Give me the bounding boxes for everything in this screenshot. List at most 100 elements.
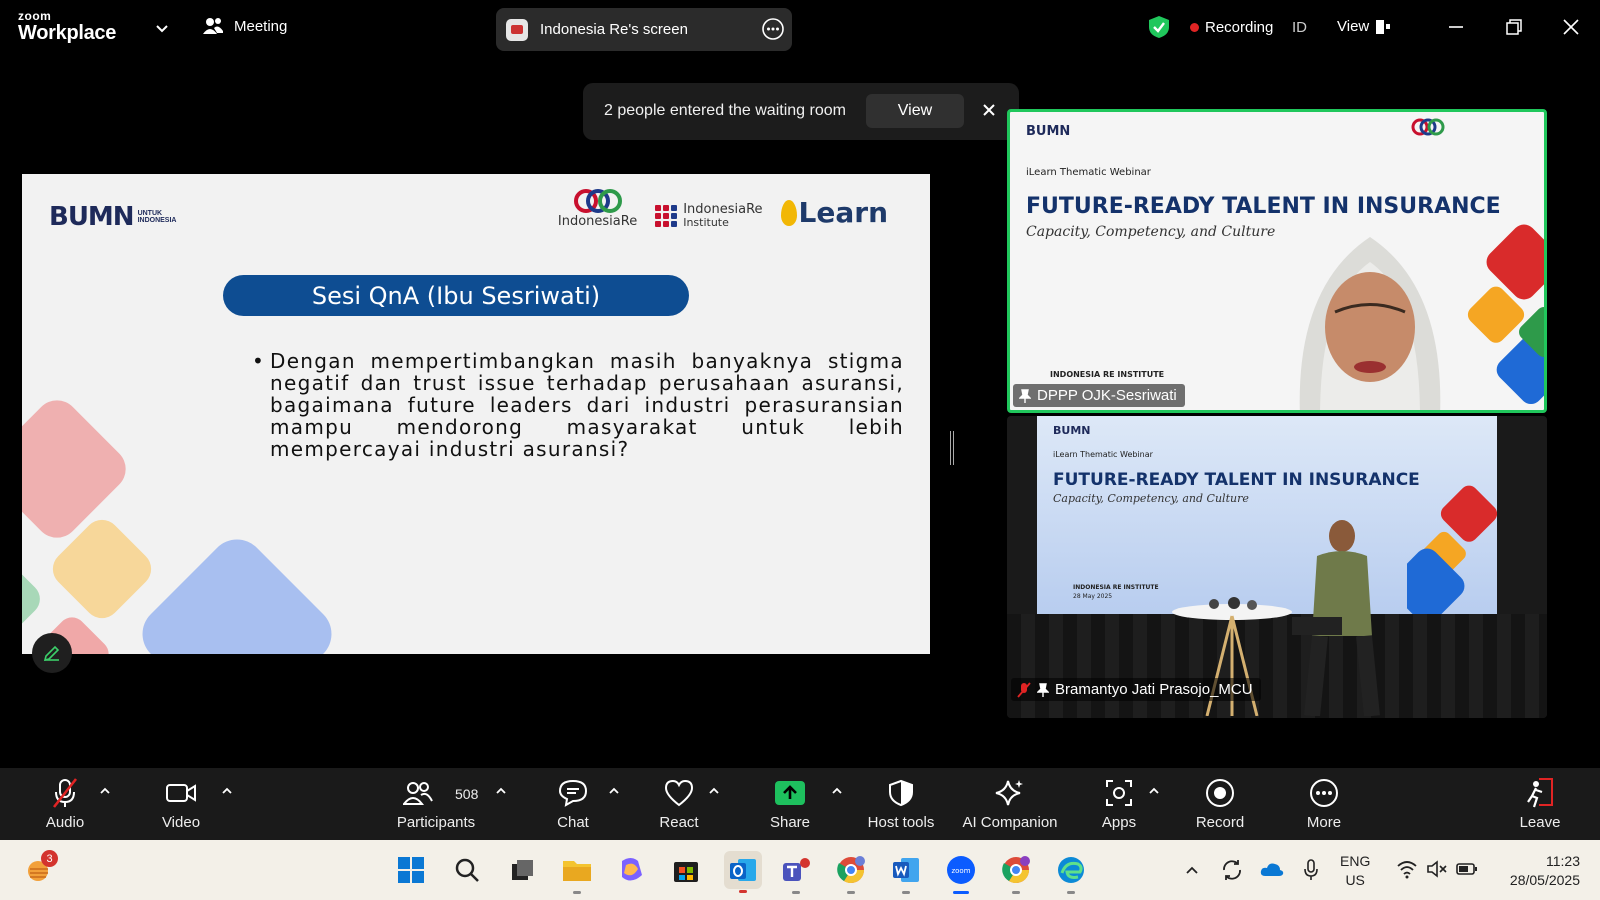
running-indicator: [1012, 891, 1020, 894]
tile2-name-label: Bramantyo Jati Prasojo_MCU: [1011, 678, 1261, 701]
microphone-icon[interactable]: [1302, 858, 1320, 882]
waiting-room-notification: 2 people entered the waiting room View: [583, 83, 1019, 140]
more-options-icon[interactable]: [762, 18, 784, 40]
participants-options-caret-icon[interactable]: [494, 784, 508, 798]
taskbar-copilot[interactable]: [614, 853, 648, 887]
video-tile-bramantyo[interactable]: BUMN iLearn Thematic Webinar FUTURE-READ…: [1007, 416, 1547, 718]
weather-badge: 3: [41, 850, 58, 867]
taskbar-task-view[interactable]: [505, 853, 539, 887]
windows-start-icon: [398, 857, 424, 883]
participants-icon: [403, 782, 433, 805]
bumn-logo-subtitle: UNTUK INDONESIA: [138, 210, 177, 225]
share-options-caret-icon[interactable]: [830, 784, 844, 798]
shield-icon: [889, 779, 913, 807]
ilearn-pin-icon: [780, 199, 797, 226]
taskbar-search[interactable]: [450, 853, 484, 887]
meeting-id-button[interactable]: ID: [1292, 19, 1307, 36]
more-button[interactable]: More: [1300, 768, 1348, 840]
video-button[interactable]: Video: [155, 768, 207, 840]
onedrive-cloud-icon[interactable]: [1260, 860, 1284, 878]
recording-label: Recording: [1205, 19, 1274, 36]
close-notification-icon[interactable]: [980, 101, 998, 119]
muted-mic-icon: [1017, 681, 1031, 698]
view-button[interactable]: View: [1337, 18, 1391, 35]
tile1-name-label: DPPP OJK-Sesriwati: [1013, 384, 1185, 407]
participants-count: 508: [455, 786, 479, 802]
chat-button[interactable]: Chat: [548, 768, 598, 840]
leave-button[interactable]: Leave: [1516, 768, 1564, 840]
indonesiare-logo-text: IndonesiaRe: [557, 214, 638, 229]
taskbar-chrome-1[interactable]: [834, 853, 868, 894]
ilearn-logo: Learn: [780, 196, 888, 229]
running-indicator: [792, 891, 800, 894]
tile2-webinar-title: FUTURE-READY TALENT IN INSURANCE: [1053, 470, 1420, 490]
taskbar-start[interactable]: [394, 853, 428, 887]
meeting-menu[interactable]: Meeting: [202, 16, 287, 36]
host-tools-button[interactable]: Host tools: [864, 768, 938, 840]
share-button[interactable]: Share: [764, 768, 816, 840]
screen-share-label: Indonesia Re's screen: [540, 21, 688, 38]
word-icon: [893, 858, 919, 882]
ai-companion-label: AI Companion: [962, 814, 1058, 831]
ai-companion-button[interactable]: AI Companion: [960, 768, 1060, 840]
minimize-icon[interactable]: [1443, 14, 1469, 40]
audio-label: Audio: [45, 814, 85, 831]
audio-button[interactable]: Audio: [40, 768, 90, 840]
running-indicator: [847, 891, 855, 894]
taskbar-store[interactable]: [669, 853, 703, 887]
taskbar-zoom[interactable]: zoom: [944, 853, 978, 894]
partner-logos: IndonesiaRe IndonesiaRe Institute Learn: [558, 188, 888, 229]
show-hidden-icons-icon[interactable]: [1184, 862, 1200, 878]
running-indicator: [1067, 891, 1075, 894]
video-options-caret-icon[interactable]: [220, 784, 234, 798]
search-icon: [455, 858, 479, 882]
taskbar-edge[interactable]: [1054, 853, 1088, 894]
react-button[interactable]: React: [654, 768, 704, 840]
close-window-icon[interactable]: [1558, 14, 1584, 40]
chat-options-caret-icon[interactable]: [607, 784, 621, 798]
video-tile-sesriwati[interactable]: BUMN iLearn Thematic Webinar FUTURE-READ…: [1007, 109, 1547, 413]
weather-widget[interactable]: 3: [22, 850, 58, 887]
folder-icon: [563, 861, 591, 881]
react-options-caret-icon[interactable]: [707, 784, 721, 798]
participants-button[interactable]: Participants: [393, 768, 479, 840]
sync-icon[interactable]: [1220, 858, 1244, 882]
bumn-sub-2: INDONESIA: [137, 217, 177, 224]
input-language[interactable]: ENG US: [1340, 852, 1370, 890]
taskbar-chrome-2[interactable]: [999, 853, 1033, 894]
institute-logo-line2: Institute: [683, 216, 729, 229]
recording-indicator[interactable]: Recording: [1190, 19, 1273, 36]
taskbar-teams[interactable]: [779, 853, 813, 894]
record-icon: [1206, 779, 1234, 807]
share-screen-icon: [506, 18, 528, 41]
record-button[interactable]: Record: [1193, 768, 1247, 840]
pencil-icon: [43, 645, 60, 662]
annotate-button[interactable]: [32, 633, 72, 673]
taskbar-word[interactable]: [889, 853, 923, 894]
institute-grid-icon: [655, 205, 678, 227]
waiting-room-view-button[interactable]: View: [866, 94, 964, 128]
bumn-logo: BUMN UNTUK INDONESIA: [49, 202, 176, 232]
battery-icon[interactable]: [1456, 861, 1478, 877]
wifi-icon[interactable]: [1396, 859, 1418, 879]
taskbar-file-explorer[interactable]: [560, 853, 594, 894]
shared-screen-slide: BUMN UNTUK INDONESIA IndonesiaRe Indonesi…: [22, 174, 930, 654]
tile1-bumn-logo: BUMN: [1026, 124, 1071, 139]
tile2-institute-label: INDONESIA RE INSTITUTE: [1073, 584, 1159, 591]
apps-button[interactable]: Apps: [1096, 768, 1142, 840]
security-shield-icon[interactable]: [1148, 15, 1170, 39]
video-label: Video: [161, 814, 201, 831]
more-label: More: [1306, 814, 1342, 831]
chevron-down-icon[interactable]: [152, 18, 172, 38]
clock[interactable]: 11:23 28/05/2025: [1508, 852, 1580, 890]
taskbar-outlook[interactable]: [724, 851, 762, 893]
resize-divider-handle[interactable]: [950, 431, 954, 465]
volume-muted-icon[interactable]: [1426, 859, 1448, 879]
audio-options-caret-icon[interactable]: [98, 784, 112, 798]
teams-icon: [783, 858, 810, 881]
apps-options-caret-icon[interactable]: [1147, 784, 1161, 798]
screen-share-pill[interactable]: Indonesia Re's screen: [496, 8, 792, 51]
tile1-institute-label: INDONESIA RE INSTITUTE: [1050, 370, 1165, 379]
host-tools-label: Host tools: [867, 814, 935, 831]
restore-icon[interactable]: [1501, 14, 1527, 40]
